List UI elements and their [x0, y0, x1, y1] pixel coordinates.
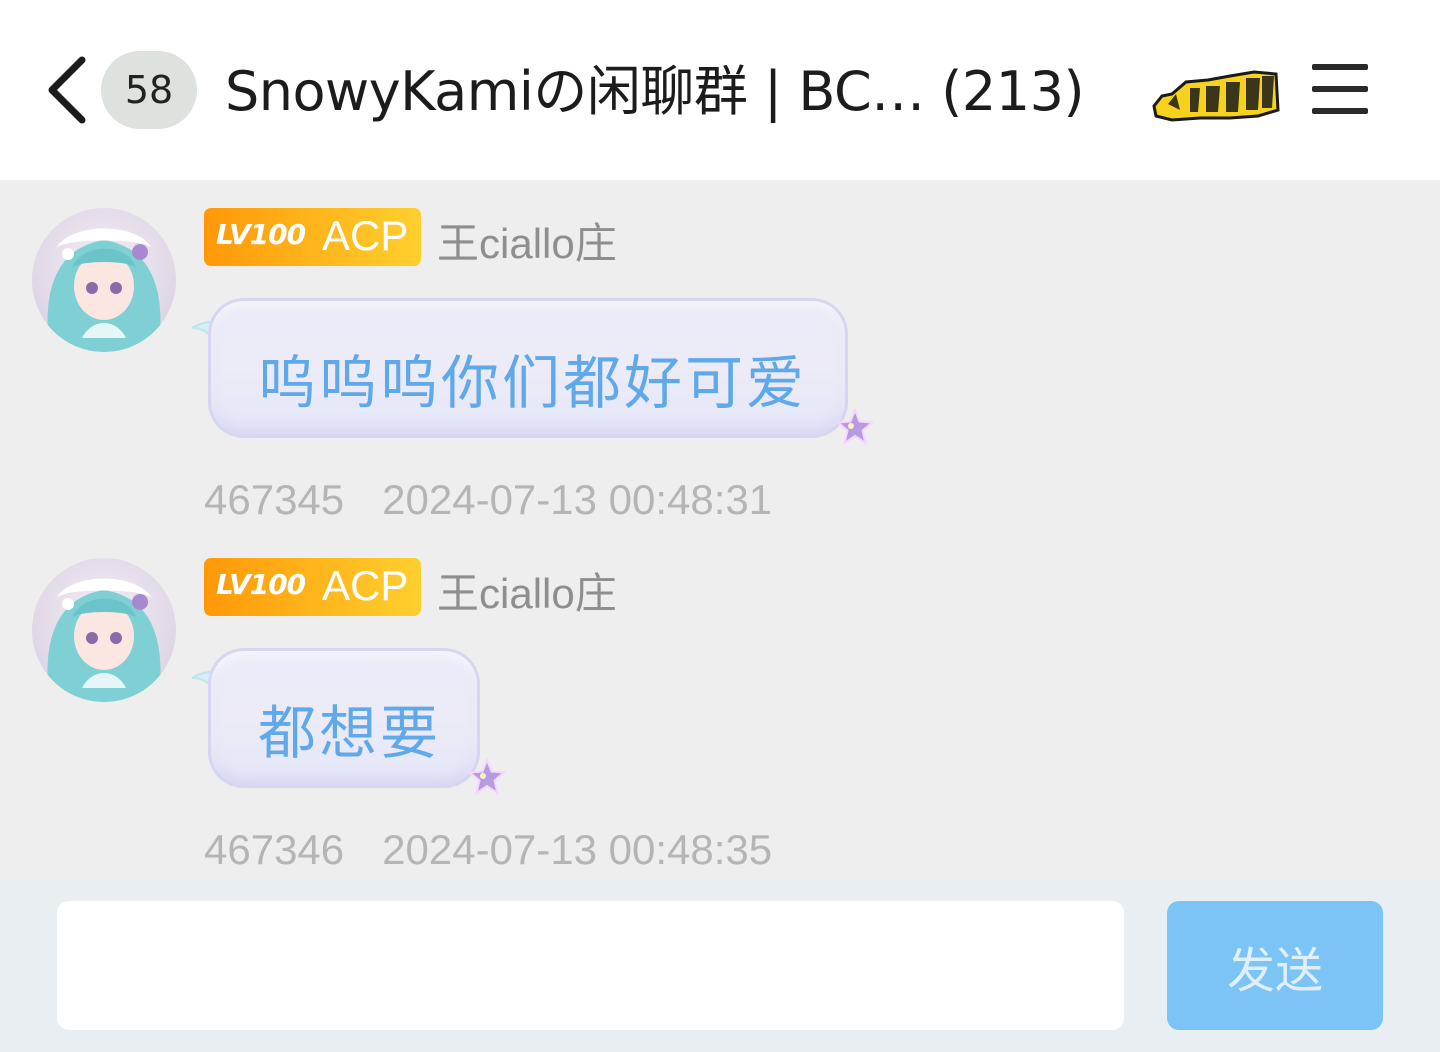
level-badge: LV100 ACP	[204, 208, 421, 266]
chevron-left-icon	[48, 56, 86, 124]
menu-button[interactable]	[1308, 58, 1372, 120]
chat-message: LV100 ACP 王ciallo庄 呜呜呜你们都好可爱 467345 2024-…	[0, 180, 1440, 530]
unread-count-badge[interactable]: 58	[101, 51, 197, 129]
message-input-bar: 发送	[0, 880, 1440, 1052]
message-text: 都想要	[258, 699, 442, 767]
title-badge-label: ACP	[322, 562, 409, 609]
message-timestamp: 2024-07-13 00:48:35	[382, 826, 773, 873]
level-label: LV100	[216, 568, 306, 601]
message-timestamp: 2024-07-13 00:48:31	[382, 476, 773, 523]
message-meta: 467346 2024-07-13 00:48:35	[204, 826, 772, 874]
username[interactable]: 王ciallo庄	[437, 560, 617, 621]
level-label: LV100	[216, 218, 306, 251]
message-meta: 467345 2024-07-13 00:48:31	[204, 476, 772, 524]
hamburger-menu-icon	[1312, 64, 1368, 114]
message-input[interactable]	[57, 901, 1124, 1030]
avatar[interactable]	[32, 208, 176, 352]
message-id: 467345	[204, 476, 345, 523]
message-bubble[interactable]: 都想要	[208, 648, 480, 788]
star-icon	[836, 408, 874, 446]
username[interactable]: 王ciallo庄	[437, 210, 617, 271]
send-button[interactable]: 发送	[1167, 901, 1383, 1030]
chat-header: 58 SnowyKamiの闲聊群 | BC… (213)	[0, 0, 1440, 180]
star-icon	[468, 758, 506, 796]
page-title: SnowyKamiの闲聊群 | BC… (213)	[225, 60, 1085, 123]
back-button[interactable]	[40, 52, 96, 128]
title-badge-label: ACP	[322, 212, 409, 259]
hooray-sticker-icon	[1150, 66, 1282, 124]
message-text: 呜呜呜你们都好可爱	[258, 349, 808, 417]
message-id: 467346	[204, 826, 345, 873]
chat-message: LV100 ACP 王ciallo庄 都想要 467346 2024-07-13 …	[0, 530, 1440, 880]
level-badge: LV100 ACP	[204, 558, 421, 616]
message-bubble[interactable]: 呜呜呜你们都好可爱	[208, 298, 848, 438]
chat-message-list[interactable]: LV100 ACP 王ciallo庄 呜呜呜你们都好可爱 467345 2024-…	[0, 180, 1440, 880]
avatar[interactable]	[32, 558, 176, 702]
